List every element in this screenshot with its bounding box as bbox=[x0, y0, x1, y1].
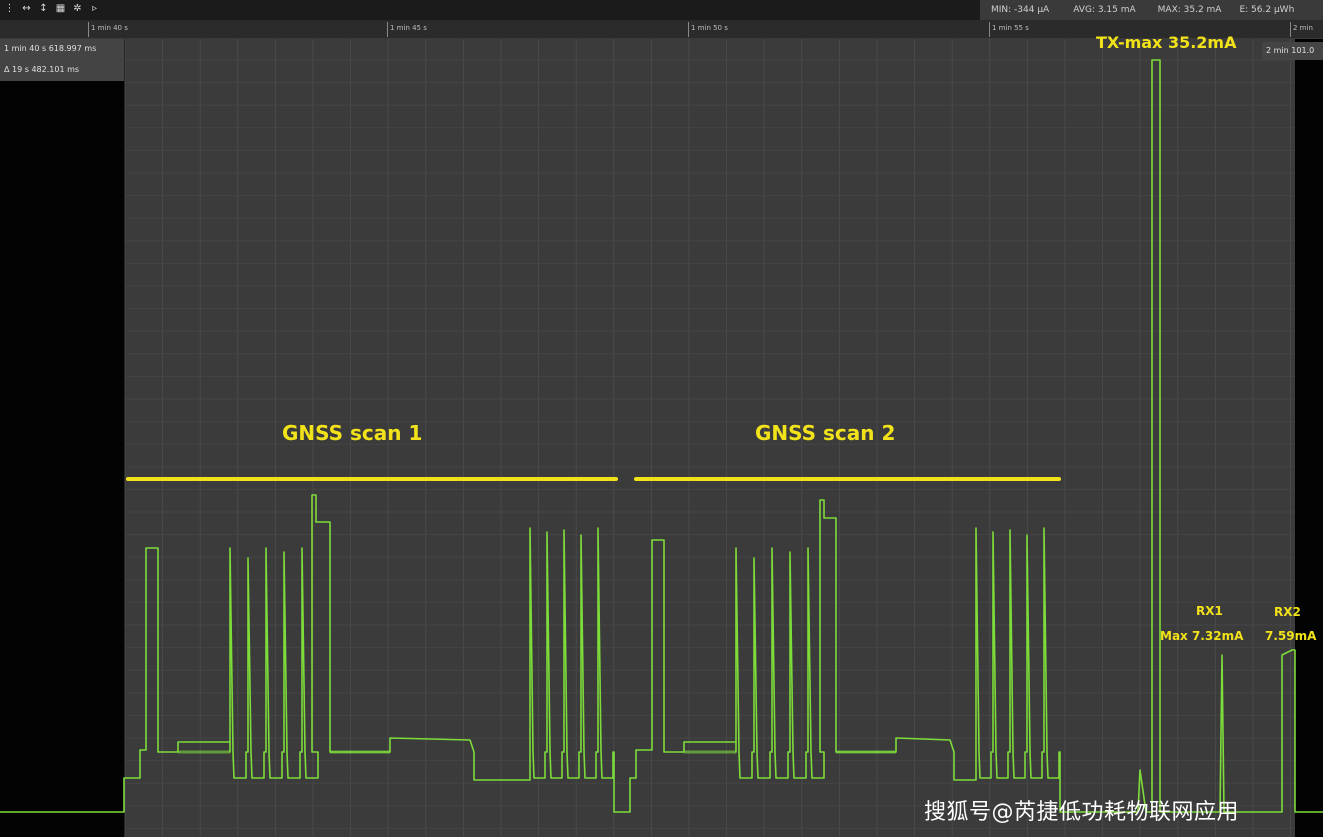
rx2-value: 7.59mA bbox=[1265, 629, 1317, 643]
rx1-value: Max 7.32mA bbox=[1160, 629, 1244, 643]
gnss-scan-2-bar bbox=[634, 477, 1061, 481]
cursor-info-panel: 1 min 40 s 618.997 ms Δ 19 s 482.101 ms bbox=[0, 39, 124, 81]
rx2-title: RX2 bbox=[1274, 605, 1301, 619]
current-trace-chart[interactable] bbox=[0, 0, 1323, 837]
cursor-delta-time: Δ 19 s 482.101 ms bbox=[4, 65, 80, 74]
tx-max-label: TX-max 35.2mA bbox=[1096, 33, 1237, 52]
rx1-title: RX1 bbox=[1196, 604, 1223, 618]
gnss-scan-2-label: GNSS scan 2 bbox=[755, 421, 896, 445]
cursor-start-time: 1 min 40 s 618.997 ms bbox=[4, 44, 97, 53]
watermark: 搜狐号@芮捷低功耗物联网应用 bbox=[924, 800, 1240, 825]
gnss-scan-1-bar bbox=[126, 477, 618, 481]
gnss-scan-1-label: GNSS scan 1 bbox=[282, 421, 423, 445]
cursor-end-time: 2 min 101.0 bbox=[1262, 42, 1323, 60]
